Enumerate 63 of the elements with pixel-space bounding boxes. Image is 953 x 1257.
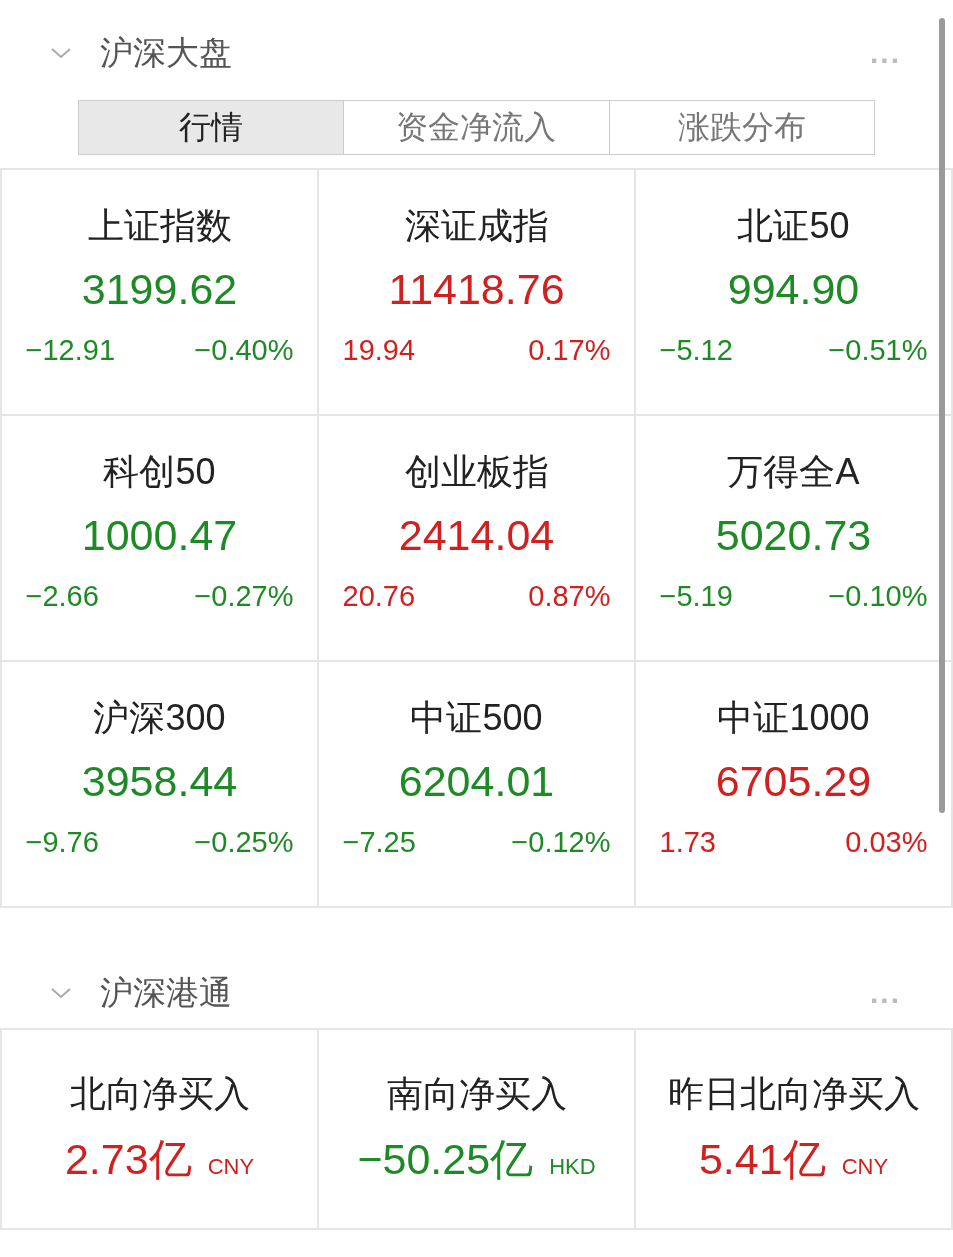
change-percent: 0.03%: [845, 826, 928, 859]
index-card[interactable]: 中证500 6204.01 −7.25 −0.12%: [319, 662, 636, 908]
index-card[interactable]: 创业板指 2414.04 20.76 0.87%: [319, 416, 636, 662]
change-value: −12.91: [25, 334, 115, 367]
index-card[interactable]: 上证指数 3199.62 −12.91 −0.40%: [2, 170, 319, 416]
index-value: 6705.29: [715, 757, 872, 806]
index-card[interactable]: 深证成指 11418.76 19.94 0.17%: [319, 170, 636, 416]
flow-value: 2.73亿: [64, 1134, 192, 1185]
currency-unit: CNY: [841, 1154, 889, 1180]
change-percent: −0.51%: [828, 334, 928, 367]
flow-value: 5.41亿: [698, 1134, 826, 1185]
chevron-icon[interactable]: [50, 986, 72, 1000]
index-value: 11418.76: [388, 265, 565, 314]
index-name: 万得全A: [727, 450, 860, 494]
index-card[interactable]: 沪深300 3958.44 −9.76 −0.25%: [2, 662, 319, 908]
index-name: 创业板指: [404, 450, 549, 494]
index-name: 中证1000: [717, 696, 870, 740]
index-value: 1000.47: [81, 511, 238, 560]
change-value: 20.76: [342, 580, 416, 613]
change-value: −5.12: [659, 334, 733, 367]
index-name: 北证50: [737, 204, 850, 248]
index-card[interactable]: 科创50 1000.47 −2.66 −0.27%: [2, 416, 319, 662]
change-value: −9.76: [25, 826, 99, 859]
index-name: 上证指数: [87, 204, 232, 248]
flow-card[interactable]: 北向净买入 2.73亿 CNY: [2, 1030, 319, 1230]
index-card[interactable]: 万得全A 5020.73 −5.19 −0.10%: [636, 416, 953, 662]
index-value: 5020.73: [715, 511, 872, 560]
index-name: 中证500: [410, 696, 543, 740]
change-percent: −0.10%: [828, 580, 928, 613]
scrollbar[interactable]: [939, 18, 945, 813]
tab[interactable]: 行情: [79, 101, 344, 154]
flow-value: −50.25亿: [357, 1134, 534, 1185]
index-value: 6204.01: [398, 757, 555, 806]
change-percent: 0.17%: [528, 334, 611, 367]
index-card[interactable]: 中证1000 6705.29 1.73 0.03%: [636, 662, 953, 908]
index-name: 科创50: [103, 450, 216, 494]
index-name: 深证成指: [404, 204, 549, 248]
change-percent: 0.87%: [528, 580, 611, 613]
flow-name: 昨日北向净买入: [667, 1072, 920, 1116]
chevron-icon[interactable]: [50, 46, 72, 60]
change-value: 1.73: [659, 826, 716, 859]
index-card[interactable]: 北证50 994.90 −5.12 −0.51%: [636, 170, 953, 416]
flow-name: 北向净买入: [69, 1072, 250, 1116]
section-title: 沪深港通: [100, 972, 233, 1013]
change-percent: −0.12%: [511, 826, 611, 859]
flow-card[interactable]: 昨日北向净买入 5.41亿 CNY: [636, 1030, 953, 1230]
index-value: 994.90: [727, 265, 860, 314]
change-value: −7.25: [342, 826, 416, 859]
change-percent: −0.40%: [194, 334, 294, 367]
index-value: 3199.62: [81, 265, 238, 314]
index-value: 3958.44: [81, 757, 238, 806]
section-title: 沪深大盘: [100, 32, 233, 73]
index-name: 沪深300: [93, 696, 226, 740]
change-value: 19.94: [342, 334, 416, 367]
currency-unit: HKD: [549, 1154, 596, 1180]
flow-name: 南向净买入: [386, 1072, 567, 1116]
change-value: −5.19: [659, 580, 733, 613]
index-value: 2414.04: [398, 511, 555, 560]
flow-card[interactable]: 南向净买入 −50.25亿 HKD: [319, 1030, 636, 1230]
change-percent: −0.27%: [194, 580, 294, 613]
change-percent: −0.25%: [194, 826, 294, 859]
change-value: −2.66: [25, 580, 99, 613]
currency-unit: CNY: [207, 1154, 255, 1180]
